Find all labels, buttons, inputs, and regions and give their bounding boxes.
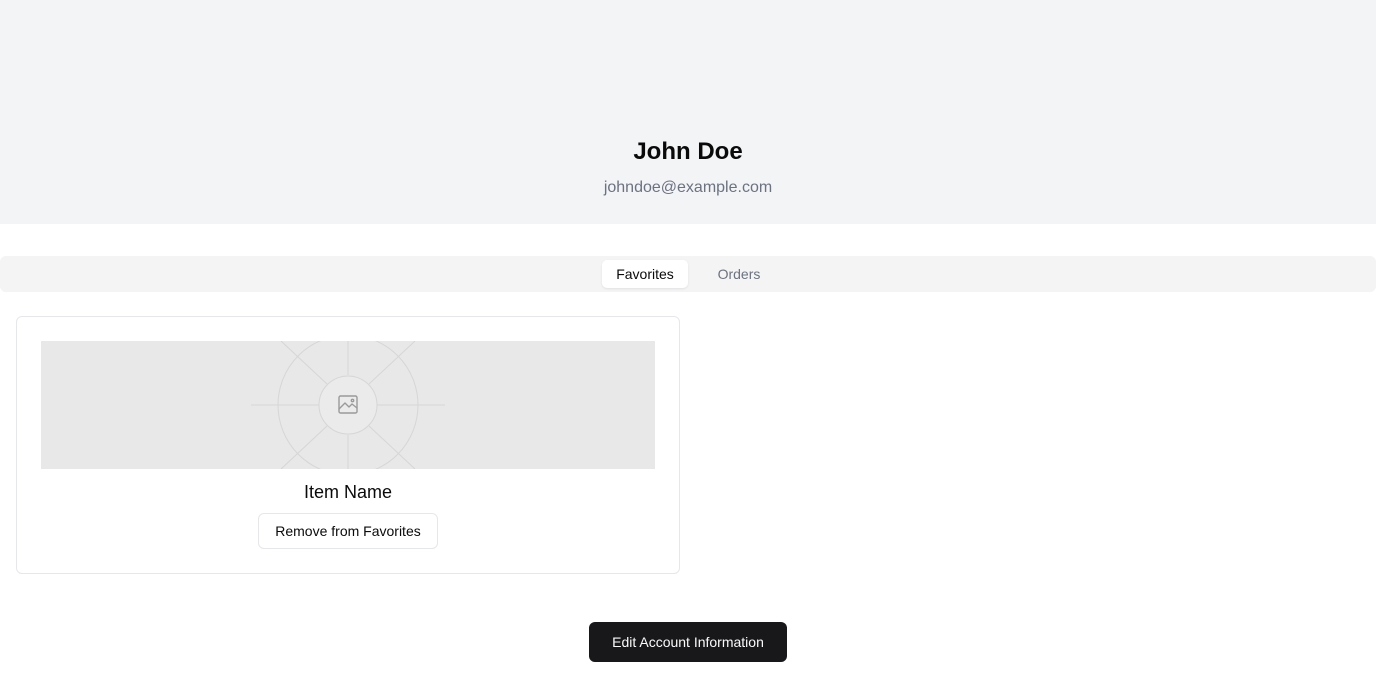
image-placeholder-graphic [251, 341, 445, 469]
tab-favorites[interactable]: Favorites [602, 260, 688, 288]
profile-name: John Doe [633, 138, 743, 165]
favorite-item-card: Item Name Remove from Favorites [16, 316, 680, 574]
item-image-placeholder [41, 341, 655, 469]
tab-orders[interactable]: Orders [700, 260, 778, 288]
profile-header: John Doe johndoe@example.com [0, 0, 1376, 224]
remove-from-favorites-button[interactable]: Remove from Favorites [258, 513, 438, 549]
item-name: Item Name [303, 482, 393, 502]
edit-account-button[interactable]: Edit Account Information [589, 622, 787, 662]
profile-email: johndoe@example.com [603, 179, 773, 196]
tabs-list: Favorites Orders [0, 256, 1376, 292]
